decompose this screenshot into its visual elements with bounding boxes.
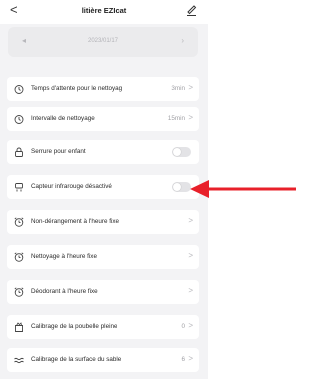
selected-date: 2023/01/17 [87,38,119,44]
edit-icon[interactable] [185,3,198,17]
setting-row-wait-time[interactable]: Temps d'attente pour le nettoyag 3min > [7,77,199,101]
timer-icon [13,83,25,95]
alarm-clock-icon [13,216,25,228]
alarm-clock-icon [13,251,25,263]
setting-row-do-not-disturb[interactable]: Non-dérangement à l'heure fixe > [7,210,199,234]
child-lock-toggle[interactable] [172,147,191,157]
setting-row-sand-surface-calibration[interactable]: Calibrage de la surface du sable 6 > [7,348,199,372]
setting-value: 3min [171,85,185,92]
app-screen: < litière EZIcat ◂ 2023/01/17 › Temps d'… [0,0,208,379]
sand-waves-icon [13,354,25,366]
toggle-knob [173,148,181,156]
setting-value: 6 [181,356,185,363]
setting-row-full-bin-calibration[interactable]: Calibrage de la poubelle pleine 0 > [7,315,199,339]
setting-value: 15min [167,115,185,122]
toggle-knob [173,183,181,191]
lock-icon [13,146,25,158]
date-selector: ◂ 2023/01/17 › [8,27,198,57]
setting-row-infrared-sensor: Capteur infrarouge désactivé [7,175,199,199]
page-title: litière EZIcat [81,6,127,15]
setting-label: Nettoyage à l'heure fixe [31,253,97,260]
setting-row-scheduled-cleaning[interactable]: Nettoyage à l'heure fixe > [7,245,199,269]
top-bar: < litière EZIcat [0,0,208,24]
setting-row-child-lock: Serrure pour enfant [7,140,199,164]
setting-label: Calibrage de la poubelle pleine [31,323,118,330]
setting-row-scheduled-deodorant[interactable]: Déodorant à l'heure fixe > [7,280,199,304]
chevron-right-icon: > [188,113,193,122]
chevron-right-icon: > [188,354,193,363]
setting-label: Non-dérangement à l'heure fixe [31,218,120,225]
alarm-clock-icon [13,286,25,298]
timer-icon [13,113,25,125]
next-date-button[interactable]: › [181,36,184,46]
setting-label: Capteur infrarouge désactivé [31,183,112,190]
annotation-arrow [190,180,296,198]
chevron-right-icon: > [188,286,193,295]
bin-icon [13,321,25,333]
infrared-sensor-toggle[interactable] [172,182,191,192]
chevron-right-icon: > [188,83,193,92]
setting-label: Temps d'attente pour le nettoyag [31,85,123,92]
setting-label: Calibrage de la surface du sable [31,356,122,363]
chevron-right-icon: > [188,216,193,225]
setting-label: Intervalle de nettoyage [31,115,95,122]
infrared-sensor-icon [13,181,25,193]
setting-value: 0 [181,323,185,330]
setting-row-cleaning-interval[interactable]: Intervalle de nettoyage 15min > [7,107,199,131]
chevron-right-icon: > [188,321,193,330]
chevron-right-icon: > [188,251,193,260]
setting-label: Déodorant à l'heure fixe [31,288,98,295]
setting-label: Serrure pour enfant [31,148,86,155]
